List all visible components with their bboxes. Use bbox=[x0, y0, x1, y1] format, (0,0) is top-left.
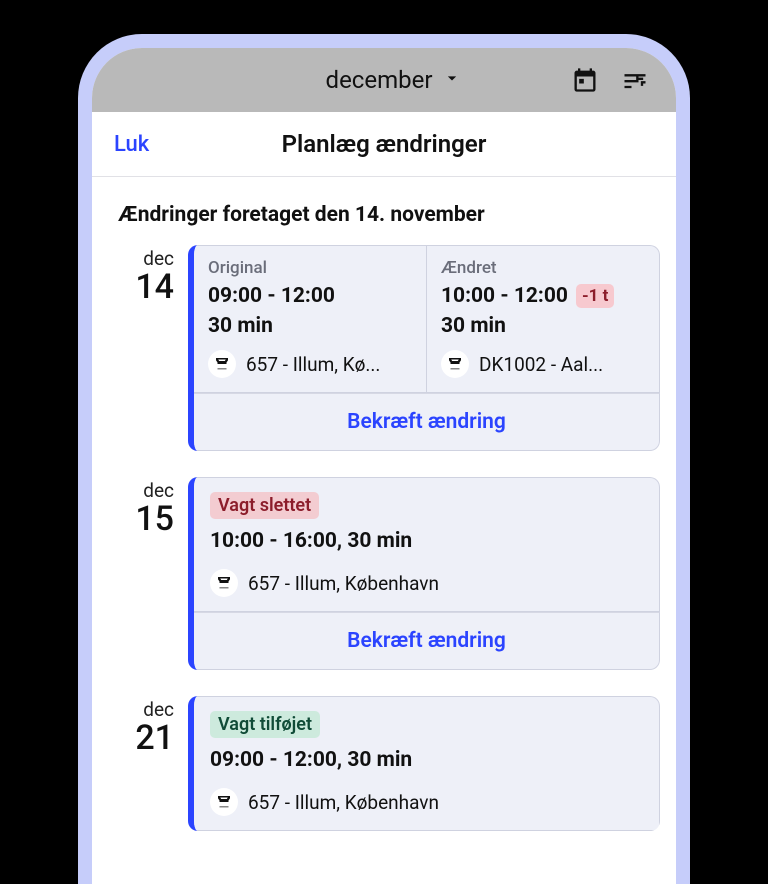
original-store: 657 - Illum, Kø... bbox=[246, 353, 412, 376]
original-label: Original bbox=[208, 258, 412, 278]
changed-label: Ændret bbox=[441, 258, 645, 278]
date-day: 15 bbox=[108, 502, 174, 536]
card-body: Vagt slettet 10:00 - 16:00, 30 min 657 -… bbox=[194, 477, 660, 612]
sheet-title: Planlæg ændringer bbox=[249, 130, 519, 158]
filter-icon[interactable] bbox=[620, 65, 650, 95]
month-label: december bbox=[326, 66, 433, 94]
changed-store: DK1002 - Aal... bbox=[479, 353, 645, 376]
date-column: dec 14 bbox=[108, 245, 180, 451]
section-title: Ændringer foretaget den 14. november bbox=[92, 177, 676, 245]
sheet-header: Luk Planlæg ændringer bbox=[92, 112, 676, 177]
deleted-store-row: 657 - Illum, København bbox=[210, 569, 643, 597]
added-time: 09:00 - 12:00, 30 min bbox=[210, 748, 643, 772]
phone-screen: december Luk Planlæg ændringer bbox=[92, 48, 676, 884]
card-split: Original 09:00 - 12:00 30 min 657 - Illu… bbox=[194, 245, 660, 393]
change-row: dec 14 Original 09:00 - 12:00 30 min bbox=[92, 245, 676, 477]
date-column: dec 21 bbox=[108, 696, 180, 831]
date-column: dec 15 bbox=[108, 477, 180, 670]
card-body: Vagt tilføjet 09:00 - 12:00, 30 min 657 … bbox=[194, 696, 660, 831]
changes-sheet: Luk Planlæg ændringer Ændringer foretage… bbox=[92, 112, 676, 884]
original-time: 09:00 - 12:00 bbox=[208, 284, 412, 308]
added-store: 657 - Illum, København bbox=[248, 791, 643, 814]
original-store-row: 657 - Illum, Kø... bbox=[208, 350, 412, 378]
close-button[interactable]: Luk bbox=[114, 132, 149, 157]
confirm-button[interactable]: Bekræft ændring bbox=[194, 612, 660, 670]
date-day: 14 bbox=[108, 270, 174, 304]
deleted-store: 657 - Illum, København bbox=[248, 572, 643, 595]
added-store-row: 657 - Illum, København bbox=[210, 788, 643, 816]
change-row: dec 15 Vagt slettet 10:00 - 16:00, 30 mi… bbox=[92, 477, 676, 696]
change-card: Original 09:00 - 12:00 30 min 657 - Illu… bbox=[188, 245, 660, 451]
changed-time-row: 10:00 - 12:00 -1 t bbox=[441, 284, 645, 308]
store-icon bbox=[210, 788, 238, 816]
shift-added-tag: Vagt tilføjet bbox=[210, 711, 320, 738]
changed-store-row: DK1002 - Aal... bbox=[441, 350, 645, 378]
confirm-button[interactable]: Bekræft ændring bbox=[194, 393, 660, 451]
change-row: dec 21 Vagt tilføjet 09:00 - 12:00, 30 m… bbox=[92, 696, 676, 857]
date-day: 21 bbox=[108, 721, 174, 755]
deleted-time: 10:00 - 16:00, 30 min bbox=[210, 529, 643, 553]
store-icon bbox=[210, 569, 238, 597]
changed-duration: 30 min bbox=[441, 314, 645, 338]
changed-time: 10:00 - 12:00 bbox=[441, 284, 568, 308]
original-half: Original 09:00 - 12:00 30 min 657 - Illu… bbox=[194, 245, 427, 393]
change-card: Vagt slettet 10:00 - 16:00, 30 min 657 -… bbox=[188, 477, 660, 670]
store-icon bbox=[208, 350, 236, 378]
calendar-icon[interactable] bbox=[570, 65, 600, 95]
store-icon bbox=[441, 350, 469, 378]
original-duration: 30 min bbox=[208, 314, 412, 338]
chevron-down-icon bbox=[442, 66, 462, 94]
delta-badge: -1 t bbox=[576, 284, 614, 308]
changed-half: Ændret 10:00 - 12:00 -1 t 30 min bbox=[427, 245, 660, 393]
app-top-bar: december bbox=[92, 48, 676, 112]
shift-deleted-tag: Vagt slettet bbox=[210, 492, 319, 519]
phone-frame: december Luk Planlæg ændringer bbox=[78, 34, 690, 884]
change-card: Vagt tilføjet 09:00 - 12:00, 30 min 657 … bbox=[188, 696, 660, 831]
month-selector[interactable]: december bbox=[238, 66, 550, 94]
